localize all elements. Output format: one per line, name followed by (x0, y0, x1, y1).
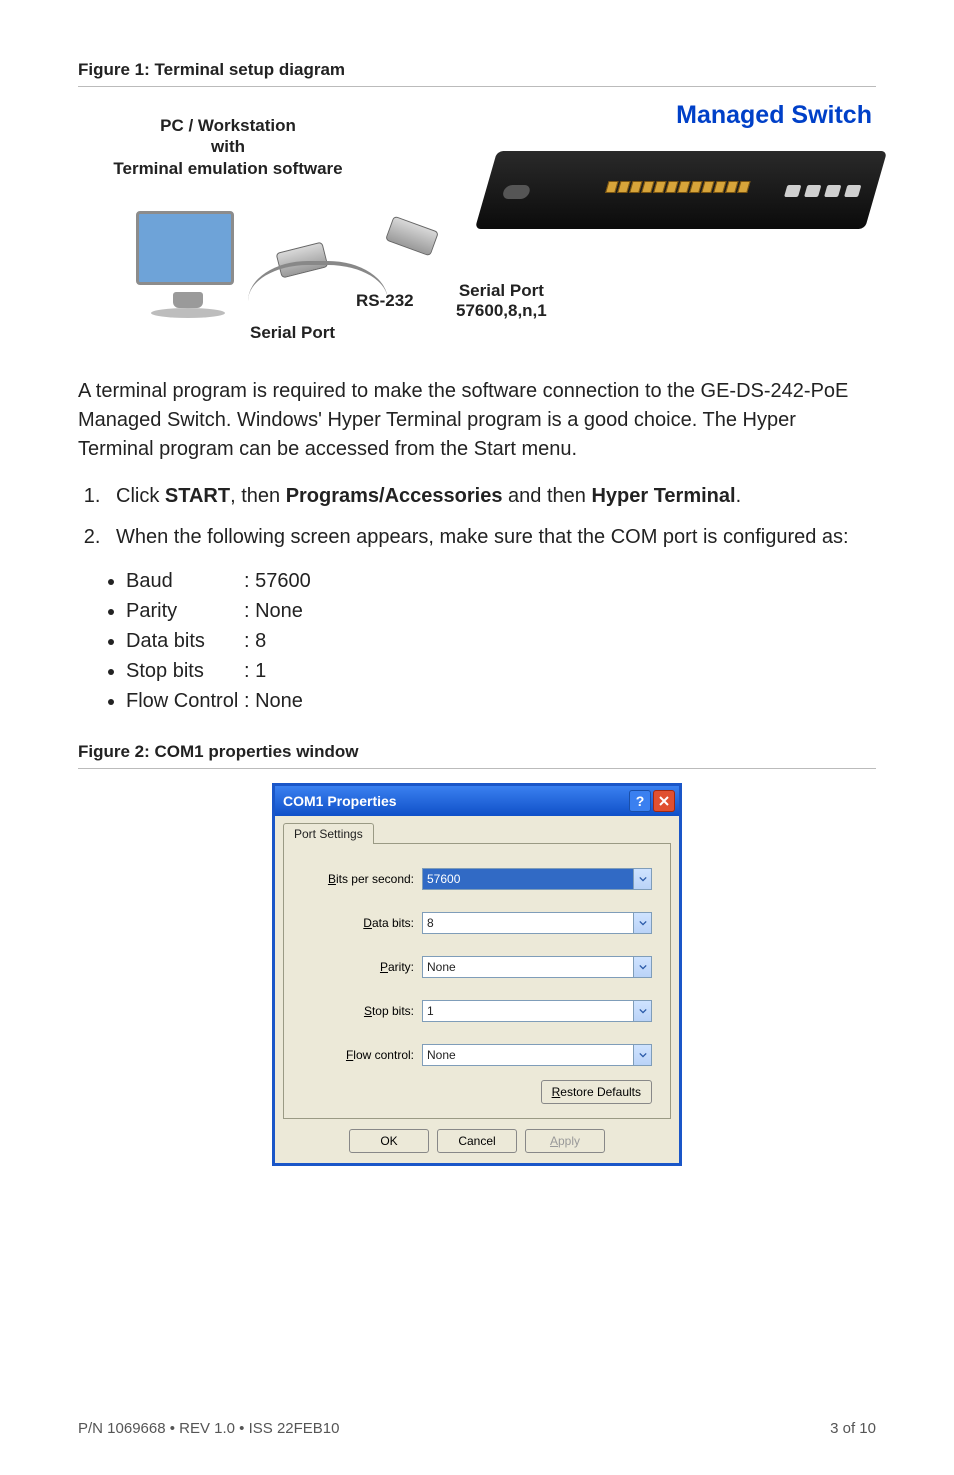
chevron-down-icon (633, 957, 651, 977)
parity-select[interactable]: None (422, 956, 652, 978)
switch-illustration (475, 151, 887, 229)
steps-list: Click START, then Programs/Accessories a… (106, 482, 876, 552)
chevron-down-icon (633, 913, 651, 933)
footer-right: 3 of 10 (830, 1420, 876, 1437)
managed-switch-label: Managed Switch (676, 101, 872, 130)
parity-label: Parity: (302, 960, 422, 974)
com1-properties-dialog: COM1 Properties ? Port Settings Bits per… (272, 783, 682, 1166)
apply-button[interactable]: Apply (525, 1129, 605, 1153)
bits-per-second-label: Bits per second: (302, 872, 422, 886)
param-databits: Data bits: 8 (126, 626, 876, 656)
close-icon (659, 796, 669, 806)
help-button[interactable]: ? (629, 790, 651, 812)
serial-port-left-label: Serial Port (250, 323, 335, 343)
rs232-label: RS-232 (356, 291, 414, 311)
intro-paragraph: A terminal program is required to make t… (78, 377, 876, 464)
serial-connector-icon (385, 216, 439, 257)
param-parity: Parity: None (126, 596, 876, 626)
ok-button[interactable]: OK (349, 1129, 429, 1153)
chevron-down-icon (633, 1001, 651, 1021)
figure2-caption: Figure 2: COM1 properties window (78, 742, 876, 769)
figure1-diagram: PC / Workstation with Terminal emulation… (78, 101, 876, 351)
data-bits-select[interactable]: 8 (422, 912, 652, 934)
close-button[interactable] (653, 790, 675, 812)
data-bits-label: Data bits: (302, 916, 422, 930)
dialog-title: COM1 Properties (283, 793, 397, 809)
chevron-down-icon (633, 1045, 651, 1065)
step-1: Click START, then Programs/Accessories a… (106, 482, 876, 511)
pc-workstation-label: PC / Workstation with Terminal emulation… (88, 115, 368, 179)
flow-control-label: Flow control: (302, 1048, 422, 1062)
tab-port-settings[interactable]: Port Settings (283, 823, 374, 844)
flow-control-select[interactable]: None (422, 1044, 652, 1066)
chevron-down-icon (633, 869, 651, 889)
cancel-button[interactable]: Cancel (437, 1129, 517, 1153)
figure1-caption: Figure 1: Terminal setup diagram (78, 60, 876, 87)
restore-defaults-button[interactable]: Restore Defaults (541, 1080, 652, 1104)
stop-bits-label: Stop bits: (302, 1004, 422, 1018)
params-list: Baud: 57600 Parity: None Data bits: 8 St… (126, 566, 876, 716)
bits-per-second-select[interactable]: 57600 (422, 868, 652, 890)
param-stopbits: Stop bits: 1 (126, 656, 876, 686)
param-flowcontrol: Flow Control: None (126, 686, 876, 716)
pc-monitor-icon (136, 211, 234, 285)
dialog-titlebar[interactable]: COM1 Properties ? (275, 786, 679, 816)
stop-bits-select[interactable]: 1 (422, 1000, 652, 1022)
serial-port-right-label: Serial Port 57600,8,n,1 (456, 281, 547, 322)
port-settings-panel: Bits per second: 57600 Data bits: 8 Pari… (283, 843, 671, 1119)
footer-left: P/N 1069668 • REV 1.0 • ISS 22FEB10 (78, 1420, 340, 1437)
step-2: When the following screen appears, make … (106, 523, 876, 552)
param-baud: Baud: 57600 (126, 566, 876, 596)
